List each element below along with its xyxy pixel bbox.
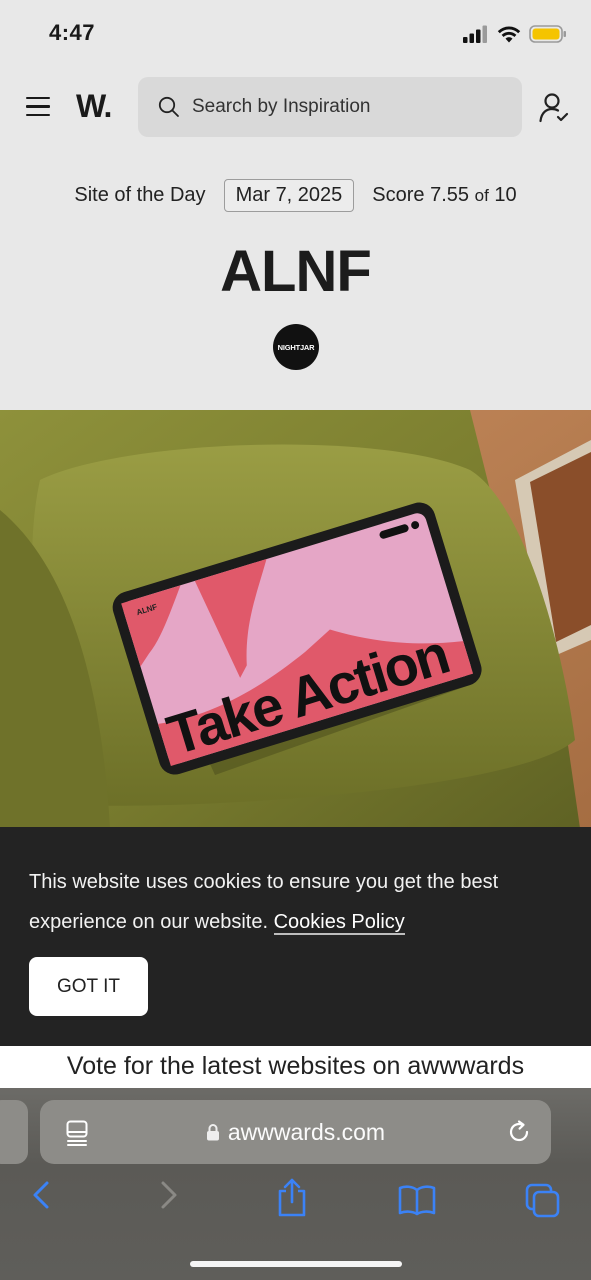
hero-image[interactable]: ALNF Take Action: [0, 410, 591, 828]
menu-button[interactable]: [26, 97, 50, 117]
tabs-icon[interactable]: [525, 1183, 561, 1219]
site-header: W.: [0, 70, 591, 145]
score-of: of: [474, 185, 489, 205]
url-text: awwwards.com: [227, 1118, 386, 1145]
got-it-button[interactable]: GOT IT: [29, 957, 148, 1016]
reload-icon[interactable]: [506, 1119, 532, 1145]
score-label: Score: [372, 183, 425, 206]
back-icon[interactable]: [31, 1180, 51, 1210]
sotd-score: Score 7.55 of 10: [372, 184, 516, 207]
cellular-signal-icon: [463, 25, 487, 43]
lock-icon: [206, 1124, 219, 1141]
address-bar[interactable]: awwwards.com: [40, 1100, 551, 1164]
search-box[interactable]: [138, 77, 522, 137]
vote-banner[interactable]: Vote for the latest websites on awwwards: [0, 1046, 591, 1088]
sotd-label: Site of the Day: [74, 183, 206, 206]
site-title: ALNF: [220, 239, 372, 304]
cookie-message: This website uses cookies to ensure you …: [29, 862, 559, 942]
awwwards-logo[interactable]: W.: [76, 88, 112, 125]
status-time: 4:47: [49, 20, 96, 45]
search-input[interactable]: [190, 77, 510, 137]
url-display[interactable]: awwwards.com: [40, 1100, 551, 1164]
share-icon[interactable]: [277, 1178, 307, 1218]
forward-icon[interactable]: [159, 1180, 179, 1210]
status-bar: 4:47: [0, 0, 591, 70]
status-icons: [463, 24, 567, 44]
cookie-banner: This website uses cookies to ensure you …: [0, 827, 591, 1046]
battery-icon: [529, 25, 566, 43]
previous-tab-stub[interactable]: [0, 1100, 28, 1164]
sotd-date: Mar 7, 2025: [223, 178, 355, 212]
site-of-the-day-row: Site of the Day Mar 7, 2025 Score 7.55 o…: [0, 178, 591, 212]
score-max: 10: [494, 183, 517, 206]
cookies-policy-link[interactable]: Cookies Policy: [273, 911, 405, 935]
user-icon[interactable]: [538, 92, 570, 124]
wifi-icon: [497, 26, 521, 43]
hero-photo: ALNF Take Action: [0, 410, 591, 828]
search-icon: [158, 96, 179, 117]
bookmarks-icon[interactable]: [398, 1184, 436, 1216]
cookie-text: This website uses cookies to ensure you …: [29, 871, 499, 933]
score-value: 7.55: [430, 183, 470, 206]
agency-avatar[interactable]: NIGHTJAR: [273, 324, 319, 370]
home-indicator: [190, 1261, 402, 1267]
